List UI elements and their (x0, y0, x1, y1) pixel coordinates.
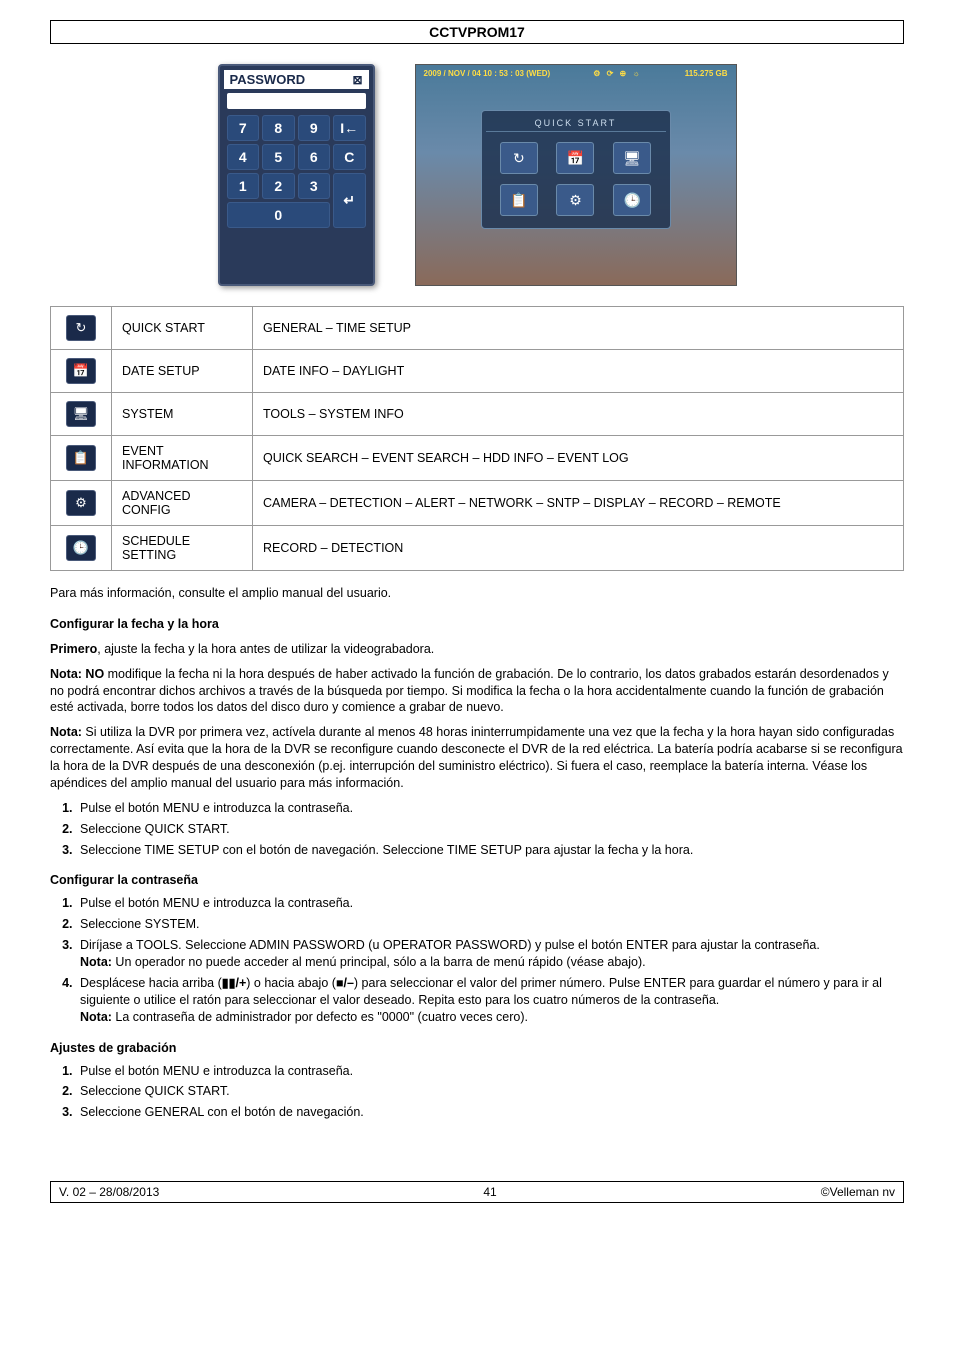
key-backspace[interactable]: I← (333, 115, 366, 141)
key-c[interactable]: C (333, 144, 366, 170)
table-row: 🖥 SYSTEM TOOLS – SYSTEM INFO (51, 393, 904, 436)
dvr-status-bar: 2009 / NOV / 04 10 : 53 : 03 (WED) ⚙ ⟳ ⊕… (416, 69, 736, 78)
list-record: Pulse el botón MENU e introduzca la cont… (50, 1063, 904, 1122)
table-row: 📅 DATE SETUP DATE INFO – DAYLIGHT (51, 350, 904, 393)
list-item: Pulse el botón MENU e introduzca la cont… (76, 800, 904, 817)
key-3[interactable]: 3 (298, 173, 331, 199)
key-6[interactable]: 6 (298, 144, 331, 170)
password-title: PASSWORD (230, 72, 306, 87)
list-item: Seleccione SYSTEM. (76, 916, 904, 933)
dvr-hdd: 115.275 GB (685, 69, 728, 78)
password-input[interactable] (227, 93, 366, 109)
list-item: Pulse el botón MENU e introduzca la cont… (76, 895, 904, 912)
table-row: ⚙ ADVANCED CONFIG CAMERA – DETECTION – A… (51, 481, 904, 526)
dvr-screenshot: 2009 / NOV / 04 10 : 53 : 03 (WED) ⚙ ⟳ ⊕… (415, 64, 737, 286)
footer-version: V. 02 – 28/08/2013 (59, 1185, 159, 1199)
list-item: Pulse el botón MENU e introduzca la cont… (76, 1063, 904, 1080)
quick-start-panel: QUICK START ↻ 📅 🖥 📋 ⚙ 🕒 (481, 110, 671, 229)
para-more-info: Para más información, consulte el amplio… (50, 585, 904, 602)
quick-start-icon: ↻ (66, 315, 96, 341)
table-row: 📋 EVENT INFORMATION QUICK SEARCH – EVENT… (51, 436, 904, 481)
qs-advanced-icon[interactable]: ⚙ (556, 184, 594, 216)
qs-schedule-icon[interactable]: 🕒 (613, 184, 651, 216)
table-row: 🕒 SCHEDULE SETTING RECORD – DETECTION (51, 526, 904, 571)
quick-start-title: QUICK START (486, 115, 666, 132)
row-desc: GENERAL – TIME SETUP (253, 307, 904, 350)
row-desc: CAMERA – DETECTION – ALERT – NETWORK – S… (253, 481, 904, 526)
screenshots-row: PASSWORD ⊠ 7 8 9 I← 4 5 6 C 1 2 3 ↵ 0 20… (50, 64, 904, 286)
keypad: 7 8 9 I← 4 5 6 C 1 2 3 ↵ 0 (224, 115, 369, 231)
list-item: Diríjase a TOOLS. Seleccione ADMIN PASSW… (76, 937, 904, 971)
qs-system-icon[interactable]: 🖥 (613, 142, 651, 174)
para-nota-48h: Nota: Si utiliza la DVR por primera vez,… (50, 724, 904, 792)
list-item: Seleccione GENERAL con el botón de naveg… (76, 1104, 904, 1121)
key-1[interactable]: 1 (227, 173, 260, 199)
header-title: CCTVPROM17 (429, 24, 525, 40)
page-footer: V. 02 – 28/08/2013 41 ©Velleman nv (50, 1181, 904, 1203)
section-date-time-title: Configurar la fecha y la hora (50, 616, 904, 633)
key-8[interactable]: 8 (262, 115, 295, 141)
section-record-title: Ajustes de grabación (50, 1040, 904, 1057)
row-desc: QUICK SEARCH – EVENT SEARCH – HDD INFO –… (253, 436, 904, 481)
key-2[interactable]: 2 (262, 173, 295, 199)
list-item: Seleccione TIME SETUP con el botón de na… (76, 842, 904, 859)
dvr-timestamp: 2009 / NOV / 04 10 : 53 : 03 (WED) (424, 69, 551, 78)
key-5[interactable]: 5 (262, 144, 295, 170)
row-label: SCHEDULE SETTING (112, 526, 253, 571)
list-password: Pulse el botón MENU e introduzca la cont… (50, 895, 904, 1025)
para-primero: Primero, ajuste la fecha y la hora antes… (50, 641, 904, 658)
system-icon: 🖥 (66, 401, 96, 427)
advanced-config-icon: ⚙ (66, 490, 96, 516)
key-9[interactable]: 9 (298, 115, 331, 141)
stop-minus-icon: ■/– (336, 975, 354, 992)
menu-table: ↻ QUICK START GENERAL – TIME SETUP 📅 DAT… (50, 306, 904, 571)
pause-plus-icon: ▮▮/+ (222, 975, 247, 992)
row-desc: TOOLS – SYSTEM INFO (253, 393, 904, 436)
password-dialog: PASSWORD ⊠ 7 8 9 I← 4 5 6 C 1 2 3 ↵ 0 (218, 64, 375, 286)
list-date-time: Pulse el botón MENU e introduzca la cont… (50, 800, 904, 859)
close-icon[interactable]: ⊠ (352, 73, 362, 87)
footer-copyright: ©Velleman nv (821, 1185, 895, 1199)
table-row: ↻ QUICK START GENERAL – TIME SETUP (51, 307, 904, 350)
schedule-icon: 🕒 (66, 535, 96, 561)
row-label: QUICK START (112, 307, 253, 350)
list-item: Seleccione QUICK START. (76, 1083, 904, 1100)
row-label: ADVANCED CONFIG (112, 481, 253, 526)
page-header: CCTVPROM17 (50, 20, 904, 44)
row-label: EVENT INFORMATION (112, 436, 253, 481)
dvr-status-icons: ⚙ ⟳ ⊕ ☼ (593, 69, 642, 78)
footer-page: 41 (483, 1185, 496, 1199)
row-label: DATE SETUP (112, 350, 253, 393)
row-desc: RECORD – DETECTION (253, 526, 904, 571)
list-item: Desplácese hacia arriba (▮▮/+) o hacia a… (76, 975, 904, 1026)
key-enter[interactable]: ↵ (333, 173, 366, 228)
password-title-bar: PASSWORD ⊠ (224, 70, 369, 89)
row-desc: DATE INFO – DAYLIGHT (253, 350, 904, 393)
date-setup-icon: 📅 (66, 358, 96, 384)
key-4[interactable]: 4 (227, 144, 260, 170)
section-password-title: Configurar la contraseña (50, 872, 904, 889)
key-0[interactable]: 0 (227, 202, 331, 228)
row-label: SYSTEM (112, 393, 253, 436)
qs-event-icon[interactable]: 📋 (500, 184, 538, 216)
qs-quick-start-icon[interactable]: ↻ (500, 142, 538, 174)
quick-start-icons: ↻ 📅 🖥 📋 ⚙ 🕒 (486, 138, 666, 224)
para-nota-no: Nota: NO modifique la fecha ni la hora d… (50, 666, 904, 717)
event-info-icon: 📋 (66, 445, 96, 471)
list-item: Seleccione QUICK START. (76, 821, 904, 838)
key-7[interactable]: 7 (227, 115, 260, 141)
qs-date-icon[interactable]: 📅 (556, 142, 594, 174)
